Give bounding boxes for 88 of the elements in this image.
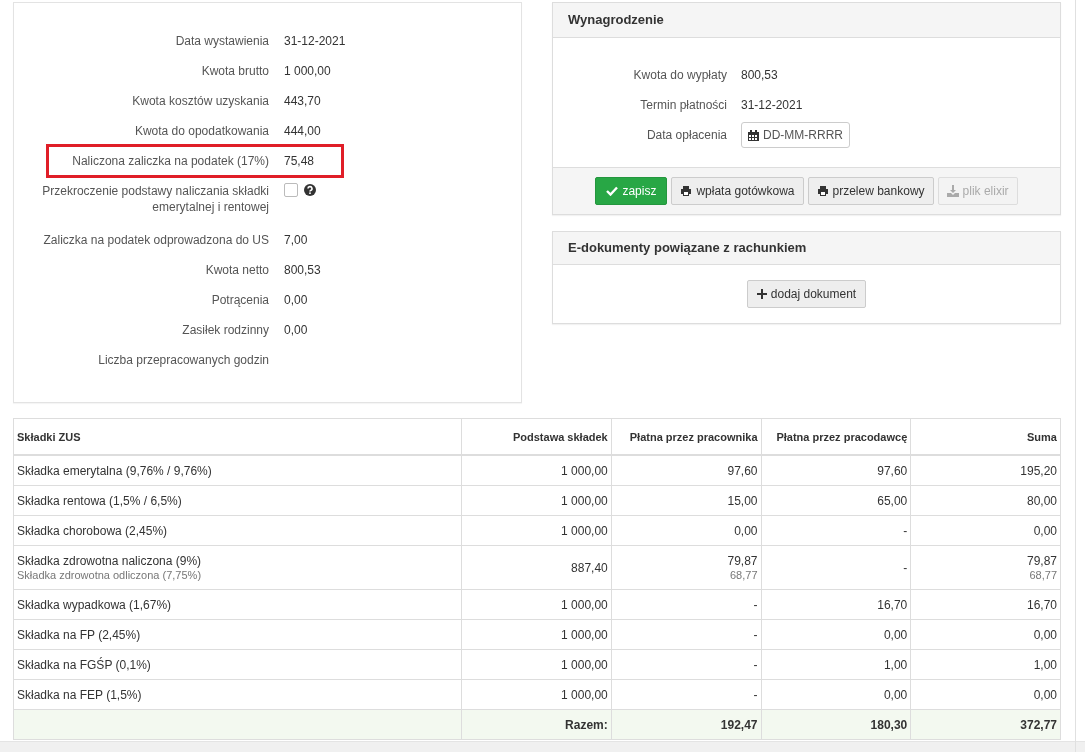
table-cell: 80,00 [910,485,1061,516]
table-cell: 0,00 [761,679,911,710]
table-cell: 0,00 [910,679,1061,710]
field-value: 444,00 [284,123,321,139]
table-cell: 79,87 68,77 [910,545,1061,590]
table-cell: 65,00 [761,485,911,516]
field-value: 800,53 [741,68,779,82]
table-cell: Składka zdrowotna naliczona (9%) Składka zdrowotna odliczona (7,75%) [13,545,462,590]
table-cell: - [611,649,761,680]
table-cell: 0,00 [611,515,761,546]
field-label: Zaliczka na podatek odprowadzona do US [42,232,269,248]
printer-icon [680,185,693,197]
total-label: Razem: [461,709,612,740]
table-cell: 195,20 [910,455,1061,486]
field-label: Termin płatności [639,98,727,112]
table-cell: - [611,679,761,710]
table-cell: 15,00 [611,485,761,516]
print-button[interactable]: wpłata gotówkowa [671,177,804,205]
table-cell: 0,00 [761,619,911,650]
table-cell: 97,60 [611,455,761,486]
table-cell: Składka na FEP (1,5%) [13,679,462,710]
table-cell: - [761,545,911,590]
table-cell: 97,60 [761,455,911,486]
field-value: 0,00 [284,292,308,308]
field-value: 75,48 [284,153,316,169]
field-label: Data opłacenia [645,128,727,142]
column-header: Składki ZUS [13,418,462,455]
calendar-icon [748,129,759,141]
field-value: 1 000,00 [284,63,331,79]
table-cell: Składka na FP (2,45%) [13,619,462,650]
field-label: Kwota netto [204,262,269,278]
field-label: Kwota brutto [200,63,269,79]
field-value: 800,53 [284,262,321,278]
help-icon [304,184,316,196]
table-cell: 1,00 [910,649,1061,680]
table-cell: - [611,619,761,650]
table-cell: 1 000,00 [461,589,612,620]
checkbox[interactable] [284,183,298,197]
panel-title: E-dokumenty powiązane z rachunkiem [553,232,1060,265]
table-cell: Składka rentowa (1,5% / 6,5%) [13,485,462,516]
column-header: Podstawa składek [461,418,612,455]
field-value: 7,00 [284,232,308,248]
table-cell: 0,00 [910,619,1061,650]
plus-icon [756,289,767,299]
field-value: 443,70 [284,93,321,109]
table-cell: - [611,589,761,620]
field-value: 31-12-2021 [741,98,804,112]
download-icon [946,185,959,197]
column-header: Suma [910,418,1061,455]
table-cell: Składka na FGŚP (0,1%) [13,649,462,680]
table-cell: Składka emerytalna (9,76% / 9,76%) [13,455,462,486]
field-label: Data wystawienia [174,33,269,49]
total-cell: 192,47 [611,709,761,740]
field-label: Kwota do opodatkowania [133,123,269,139]
date-field[interactable]: DD-MM-RRRR [741,122,850,148]
table-cell: 16,70 [910,589,1061,620]
field-label: Kwota kosztów uzyskania [131,93,269,109]
printer-icon [816,185,829,197]
print-button[interactable]: przelew bankowy [807,177,934,205]
field-label: Zasiłek rodzinny [181,322,269,338]
column-header: Płatna przez pracodawcę [761,418,911,455]
add-document-button[interactable]: dodaj dokument [746,280,867,308]
table-cell: Składka wypadkowa (1,67%) [13,589,462,620]
field-value: 31-12-2021 [284,33,346,49]
field-value: 0,00 [284,322,308,338]
field-label: Liczba przepracowanych godzin [97,352,269,368]
check-icon [606,186,619,196]
table-cell: 0,00 [910,515,1061,546]
table-cell: 1 000,00 [461,619,612,650]
table-cell: - [761,515,911,546]
field-label: Przekroczenie podstawy naliczania składki emerytalnej i rentowej [41,183,269,215]
panel-title: Wynagrodzenie [553,3,1060,38]
table-cell: 1 000,00 [461,455,612,486]
field-label: Potrącenia [210,292,269,308]
table-cell: 1 000,00 [461,515,612,546]
table-cell: 1 000,00 [461,649,612,680]
field-label: Naliczona zaliczka na podatek (17%) [71,153,269,169]
table-cell: Składka chorobowa (2,45%) [13,515,462,546]
total-cell: 180,30 [761,709,911,740]
total-cell: 372,77 [910,709,1061,740]
field-label: Kwota do wypłaty [632,68,727,82]
table-cell: 1,00 [761,649,911,680]
table-cell: 887,40 [461,545,612,590]
table-cell: 79,87 68,77 [611,545,761,590]
column-header: Płatna przez pracownika [611,418,761,455]
table-cell: 1 000,00 [461,485,612,516]
table-cell: 16,70 [761,589,911,620]
table-cell: 1 000,00 [461,679,612,710]
